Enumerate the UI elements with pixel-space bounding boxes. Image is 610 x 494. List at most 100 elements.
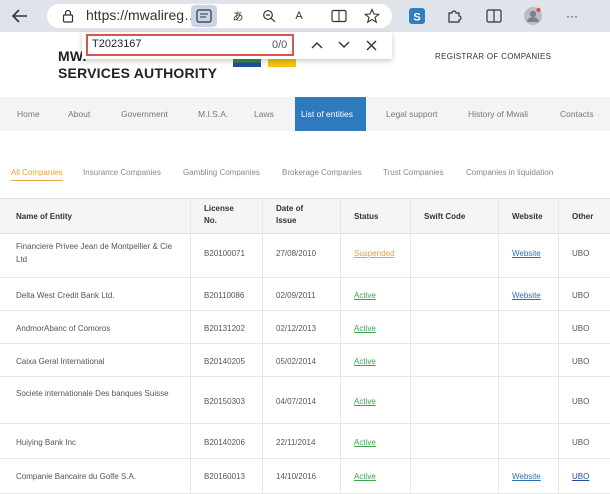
chevron-down-icon[interactable] <box>335 36 353 54</box>
back-arrow-icon[interactable] <box>9 5 31 27</box>
tab-insurance-companies[interactable]: Insurance Companies <box>83 168 161 177</box>
registrar-heading: REGISTRAR OF COMPANIES <box>435 52 552 61</box>
table-header: Name of Entity License No. Date of Issue… <box>0 198 610 234</box>
ubo-label: UBO <box>572 397 590 406</box>
issue-date: 22/11/2014 <box>276 438 316 447</box>
profile-icon[interactable] <box>523 6 543 26</box>
flag-emblem <box>233 58 261 67</box>
entity-name: Societe internationale Des banques Suiss… <box>16 389 169 398</box>
column-divider <box>340 198 341 494</box>
website-link[interactable]: Website <box>512 470 541 483</box>
website-link[interactable]: Website <box>512 289 541 302</box>
close-icon[interactable] <box>362 36 380 54</box>
ubo-link[interactable]: UBO <box>572 470 589 483</box>
status-link[interactable]: Active <box>354 355 376 368</box>
entity-name: Caixa Geral International <box>16 357 105 366</box>
table-row: Financiere Privee Jean de Montpellier & … <box>0 235 610 278</box>
header-name: Name of Entity <box>16 212 73 221</box>
license-no: B20110086 <box>204 291 245 300</box>
entity-name: Huiying Bank Inc <box>16 438 77 447</box>
column-divider <box>410 198 411 494</box>
status-link[interactable]: Suspended <box>354 247 394 260</box>
header-website: Website <box>512 212 543 221</box>
lock-icon[interactable] <box>61 9 75 23</box>
immersive-reader-icon[interactable] <box>330 7 348 25</box>
read-aloud-icon[interactable]: A <box>290 7 308 25</box>
nav-contacts[interactable]: Contacts <box>560 97 594 131</box>
main-nav: Home About Government M.I.S.A. Laws List… <box>0 97 610 131</box>
license-no: B20140205 <box>204 357 245 366</box>
chevron-up-icon[interactable] <box>308 36 326 54</box>
url-text[interactable]: https://mwalireg… <box>86 7 198 23</box>
address-bar[interactable]: https://mwalireg… あ A <box>47 4 392 28</box>
entity-name: Companie Bancaire du Golfe S.A. <box>16 472 137 481</box>
translate-icon[interactable]: あ <box>229 7 247 25</box>
tab-all-companies[interactable]: All Companies <box>11 168 63 181</box>
column-divider <box>558 198 559 494</box>
reader-mode-icon[interactable] <box>191 5 217 27</box>
tab-companies-in-liquidation[interactable]: Companies in liquidation <box>466 168 553 177</box>
table-row: Caixa Geral International B20140205 05/0… <box>0 344 610 377</box>
column-divider <box>190 198 191 494</box>
nav-legal-support[interactable]: Legal support <box>386 97 438 131</box>
license-no: B20150303 <box>204 397 245 406</box>
nav-government[interactable]: Government <box>121 97 168 131</box>
entity-name: AndmorAbanc of Comoros <box>16 324 111 333</box>
extensions-icon[interactable] <box>444 6 464 26</box>
issue-date: 02/09/2011 <box>276 291 316 300</box>
header-date: Date of Issue <box>276 204 304 225</box>
find-bar: T2023167 0/0 <box>82 32 392 59</box>
more-icon[interactable]: ··· <box>562 6 582 26</box>
issue-date: 04/07/2014 <box>276 397 317 406</box>
issue-date: 05/02/2014 <box>276 357 317 366</box>
ubo-label: UBO <box>572 324 590 333</box>
tab-brokerage-companies[interactable]: Brokerage Companies <box>282 168 362 177</box>
table-row: Huiying Bank Inc B20140206 22/11/2014 Ac… <box>0 424 610 459</box>
header-status: Status <box>354 212 379 221</box>
nav-about[interactable]: About <box>68 97 90 131</box>
favorite-star-icon[interactable] <box>363 7 381 25</box>
status-link[interactable]: Active <box>354 322 376 335</box>
license-no: B20131202 <box>204 324 245 333</box>
ubo-label: UBO <box>572 291 590 300</box>
table-row: Societe internationale Des banques Suiss… <box>0 377 610 424</box>
table-row: Delta West Credit Bank Ltd. B20110086 02… <box>0 278 610 311</box>
split-screen-icon[interactable] <box>484 6 504 26</box>
entity-name: Delta West Credit Bank Ltd. <box>16 291 115 300</box>
license-no: B20100071 <box>204 249 245 258</box>
entity-name: Financiere Privee Jean de Montpellier & … <box>16 242 173 264</box>
table-row: AndmorAbanc of Comoros B20131202 02/12/2… <box>0 311 610 344</box>
logo-line2: SERVICES AUTHORITY <box>58 65 218 81</box>
svg-text:S: S <box>413 12 420 24</box>
column-divider <box>498 198 499 494</box>
nav-home[interactable]: Home <box>17 97 40 131</box>
issue-date: 27/08/2010 <box>276 249 317 258</box>
column-divider <box>262 198 263 494</box>
ubo-label: UBO <box>572 357 590 366</box>
browser-toolbar: https://mwalireg… あ A S ··· <box>0 0 610 32</box>
status-link[interactable]: Active <box>354 289 376 302</box>
nav-history-of-mwali[interactable]: History of Mwali <box>468 97 528 131</box>
website-link[interactable]: Website <box>512 247 541 260</box>
header-other: Other <box>572 212 594 221</box>
status-link[interactable]: Active <box>354 395 376 408</box>
find-input[interactable]: T2023167 0/0 <box>86 34 294 56</box>
status-link[interactable]: Active <box>354 470 376 483</box>
s-extension-icon[interactable]: S <box>407 6 427 26</box>
status-link[interactable]: Active <box>354 436 376 449</box>
zoom-icon[interactable] <box>260 7 278 25</box>
license-no: B20160013 <box>204 472 245 481</box>
ubo-label: UBO <box>572 249 590 258</box>
ubo-label: UBO <box>572 438 590 447</box>
header-swift: Swift Code <box>424 212 466 221</box>
issue-date: 02/12/2013 <box>276 324 317 333</box>
badge-emblem <box>268 58 296 67</box>
nav-laws[interactable]: Laws <box>254 97 274 131</box>
find-query[interactable]: T2023167 <box>92 38 142 50</box>
tab-trust-companies[interactable]: Trust Companies <box>383 168 444 177</box>
header-license: License No. <box>204 204 234 225</box>
tab-gambling-companies[interactable]: Gambling Companies <box>183 168 260 177</box>
find-count: 0/0 <box>272 39 288 51</box>
nav-misa[interactable]: M.I.S.A. <box>198 97 228 131</box>
nav-list-of-entities[interactable]: List of entities <box>295 97 366 131</box>
